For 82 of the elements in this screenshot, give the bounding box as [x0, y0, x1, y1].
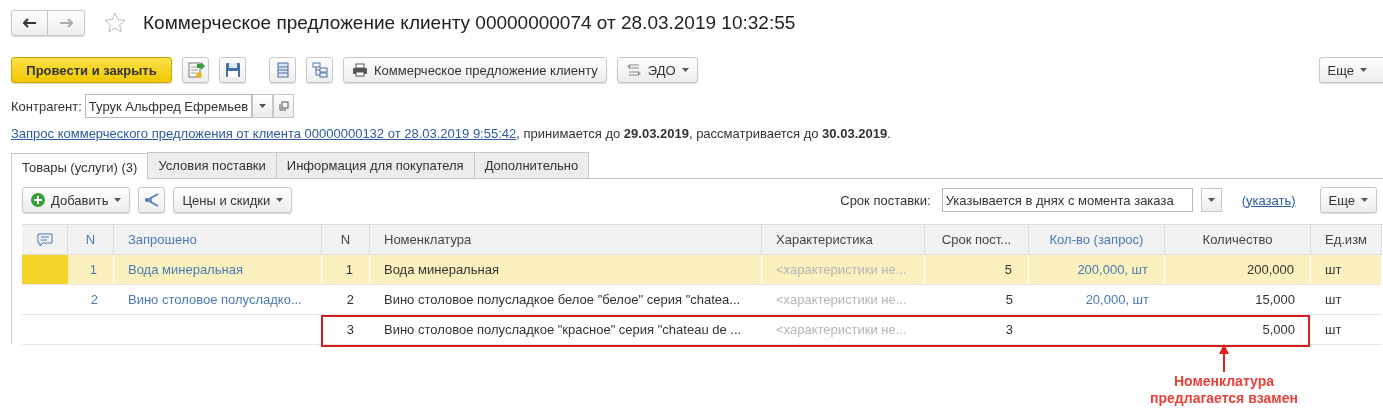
tab[interactable]: Товары (услуги) (3) — [11, 153, 149, 180]
caret-icon — [1207, 198, 1215, 202]
table-cell: 200,000 — [1165, 255, 1311, 285]
column-header[interactable]: N — [68, 225, 114, 255]
tab[interactable]: Информация для покупателя — [275, 152, 475, 178]
field-label: Срок поставки: — [840, 192, 931, 208]
caret-icon — [681, 68, 689, 72]
table-cell: 15,000 — [1165, 285, 1311, 315]
window-title: Коммерческое предложение клиенту 00000000074 от 28.03.2019 10:32:55 — [143, 12, 796, 34]
arrow-up-icon — [1219, 344, 1229, 372]
column-header[interactable]: Запрошено — [114, 225, 322, 255]
table-cell: шт — [1311, 255, 1382, 285]
column-header[interactable]: Кол-во (запрос) — [1029, 225, 1165, 255]
tab[interactable]: Дополнительно — [473, 152, 590, 178]
table-cell: 1 — [322, 255, 370, 285]
table-cell: шт — [1311, 285, 1382, 315]
table-cell: Вино столовое полусладкое белое "белое" серия "chatea... — [370, 285, 762, 315]
table-cell: Вода минеральная — [114, 255, 322, 285]
structure-icon — [311, 62, 328, 78]
edo-button[interactable]: ЭДО — [616, 57, 698, 83]
printer-icon — [352, 63, 368, 77]
delivery-term-field[interactable]: Указывается в днях с момента заказа — [941, 188, 1193, 212]
column-header[interactable] — [22, 225, 68, 255]
structure-button[interactable] — [306, 57, 333, 83]
more-button[interactable]: Еще — [1319, 187, 1377, 213]
back-arrow-icon — [22, 18, 37, 28]
table-cell: 200,000, шт — [1029, 255, 1165, 285]
branch-icon — [143, 193, 160, 207]
save-button[interactable] — [219, 57, 246, 83]
column-header[interactable]: Номенклатура — [370, 225, 762, 255]
field-label: Контрагент: — [11, 98, 82, 114]
table-cell: 5 — [925, 285, 1029, 315]
exchange-icon — [625, 63, 642, 77]
table-cell: шт — [1311, 315, 1382, 345]
column-header[interactable]: Срок пост... — [925, 225, 1029, 255]
list-button[interactable] — [269, 57, 296, 83]
table-cell: 3 — [322, 315, 370, 345]
document-button[interactable] — [182, 57, 209, 83]
basis-text: Запрос коммерческого предложения от клиента 00000000132 от 28.03.2019 9:55:42, принимается до 29.03.2019, рассматривается до 30.03.2019. — [11, 126, 892, 141]
column-header[interactable]: Количество — [1165, 225, 1311, 255]
table-cell: 5 — [925, 255, 1029, 285]
document-arrow-icon — [186, 61, 205, 79]
caret-icon — [259, 104, 267, 108]
dropdown-button[interactable] — [252, 94, 274, 118]
table-cell: 20,000, шт — [1029, 285, 1165, 315]
post-and-close-button[interactable]: Провести и закрыть — [11, 57, 172, 83]
more-button[interactable]: Еще — [1318, 57, 1383, 83]
share-button[interactable] — [138, 187, 166, 213]
comment-icon — [36, 232, 53, 247]
add-button[interactable]: Добавить — [22, 187, 131, 213]
list-icon — [276, 62, 289, 78]
tab[interactable]: Условия поставки — [147, 152, 277, 178]
annotation-text: Номенклатура предлагается взамен — [1149, 373, 1299, 407]
star-icon[interactable] — [104, 12, 126, 34]
caret-icon — [1361, 198, 1368, 202]
plus-circle-icon — [31, 193, 45, 207]
table-cell: 3 — [925, 315, 1029, 345]
table-cell: <характеристики не... — [762, 255, 925, 285]
table-cell: 1 — [68, 255, 114, 285]
table-cell: Вино столовое полусладкое "красное" серия "chateau de ... — [370, 315, 762, 345]
open-window-icon — [278, 101, 289, 111]
table-cell: <характеристики не... — [762, 285, 925, 315]
prices-discounts-button[interactable]: Цены и скидки — [173, 187, 293, 213]
column-header[interactable]: N — [322, 225, 370, 255]
specify-link[interactable]: (указать) — [1241, 192, 1296, 208]
dropdown-button[interactable] — [1200, 188, 1222, 212]
back-button[interactable] — [11, 10, 48, 36]
table-cell: 2 — [68, 285, 114, 315]
caret-icon — [114, 198, 122, 202]
print-button[interactable]: Коммерческое предложение клиенту — [343, 57, 607, 83]
counterparty-field[interactable]: Турук Альфред Ефремьев — [84, 94, 253, 118]
open-button[interactable] — [273, 94, 295, 118]
table-cell: Вода минеральная — [370, 255, 762, 285]
column-header[interactable]: Характеристика — [762, 225, 925, 255]
table-cell: <характеристики не... — [762, 315, 925, 345]
caret-icon — [1360, 68, 1367, 72]
caret-icon — [276, 198, 284, 202]
table-cell: Вино столовое полусладко... — [114, 285, 322, 315]
table-cell: 5,000 — [1165, 315, 1311, 345]
table-cell: 2 — [322, 285, 370, 315]
column-header[interactable]: Ед.изм — [1311, 225, 1382, 255]
forward-arrow-icon — [59, 18, 73, 28]
